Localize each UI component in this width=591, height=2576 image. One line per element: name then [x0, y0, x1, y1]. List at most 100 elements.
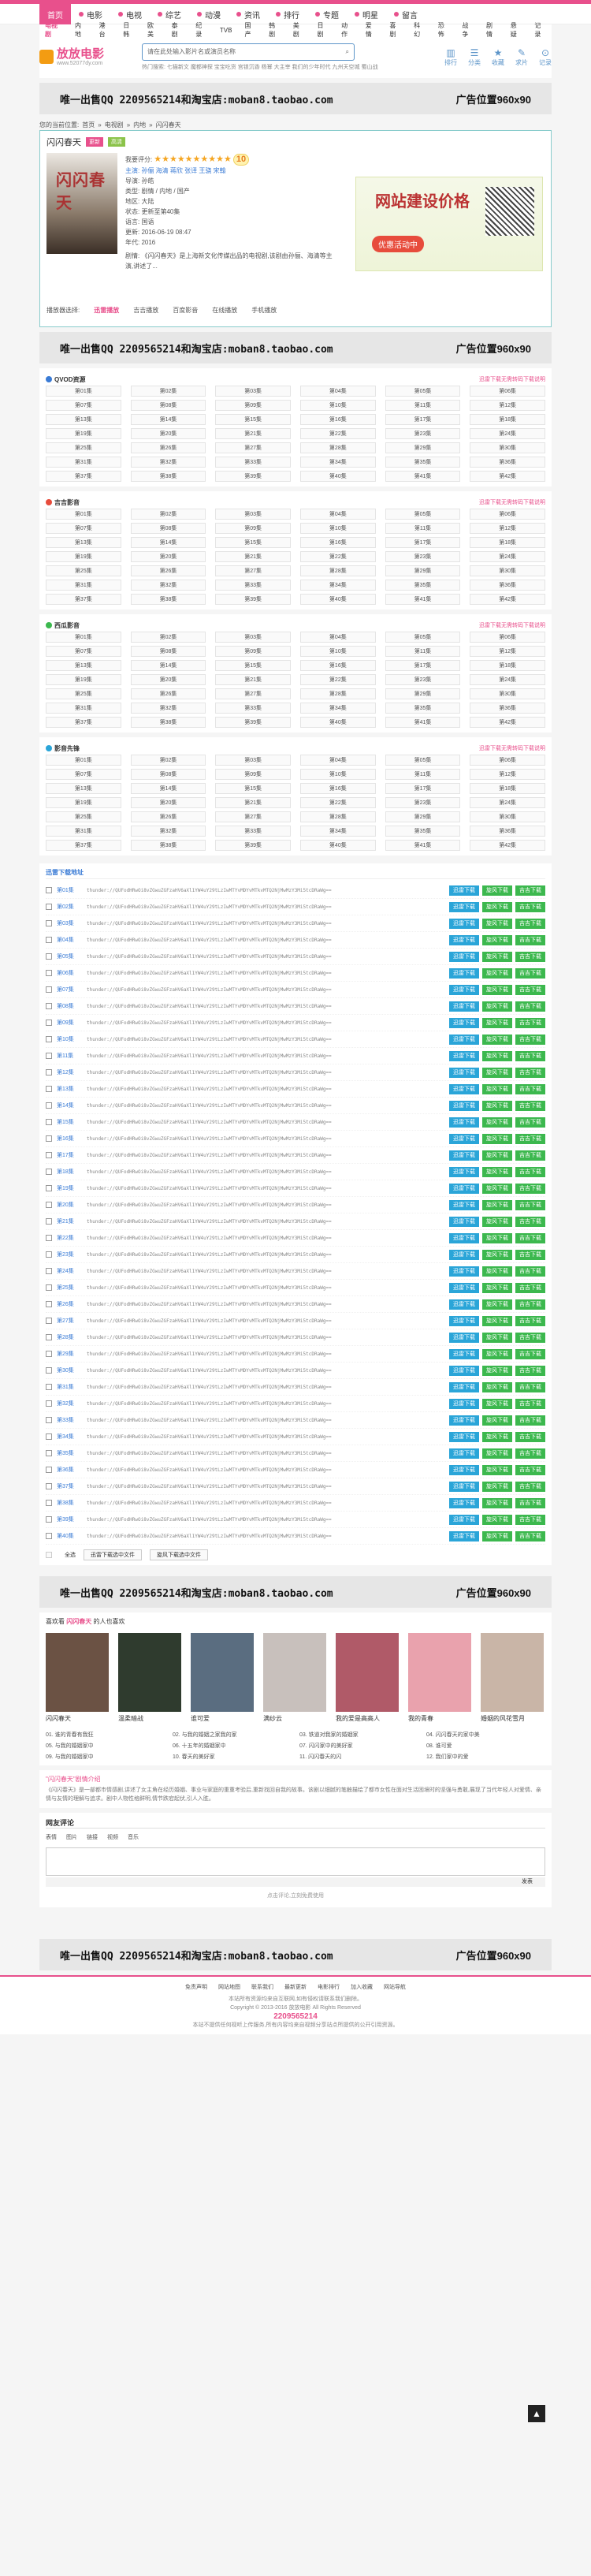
episode-button[interactable]: 第30集 [470, 811, 545, 822]
episode-button[interactable]: 第23集 [385, 674, 461, 685]
download-episode-name[interactable]: 第12集 [57, 1068, 87, 1076]
thunder-download-button[interactable]: 迅雷下载 [449, 1166, 479, 1177]
episode-button[interactable]: 第23集 [385, 428, 461, 439]
episode-button[interactable]: 第26集 [130, 565, 206, 576]
jiji-download-button[interactable]: 吉吉下载 [515, 885, 545, 896]
download-episode-name[interactable]: 第03集 [57, 919, 87, 927]
episode-button[interactable]: 第10集 [299, 769, 376, 780]
download-link[interactable]: thunder://QUFodHRwOi8vZGwuZGFzaHV6aXl1YW… [87, 1285, 446, 1291]
episode-button[interactable]: 第07集 [46, 646, 121, 657]
download-episode-name[interactable]: 第29集 [57, 1350, 87, 1358]
episode-button[interactable]: 第21集 [215, 428, 291, 439]
comment-input[interactable] [46, 1847, 545, 1876]
episode-button[interactable]: 第40集 [299, 717, 376, 728]
header-icon-button[interactable]: ▥ 排行 [444, 47, 457, 67]
episode-button[interactable]: 第30集 [470, 688, 545, 699]
player-option[interactable]: 百度影音 [173, 306, 198, 315]
subnav-item[interactable]: 剧情 [481, 21, 504, 39]
episode-button[interactable]: 第28集 [299, 565, 376, 576]
download-link[interactable]: thunder://QUFodHRwOi8vZGwuZGFzaHV6aXl1YW… [87, 1451, 446, 1456]
episode-button[interactable]: 第35集 [385, 703, 461, 714]
episode-button[interactable]: 第04集 [299, 755, 376, 766]
download-link[interactable]: thunder://QUFodHRwOi8vZGwuZGFzaHV6aXl1YW… [87, 888, 446, 893]
whirlwind-download-button[interactable]: 旋风下载 [482, 1017, 512, 1028]
episode-button[interactable]: 第29集 [385, 442, 461, 453]
player-option[interactable]: 吉吉播放 [133, 306, 158, 315]
download-link[interactable]: thunder://QUFodHRwOi8vZGwuZGFzaHV6aXl1YW… [87, 1103, 446, 1109]
comment-tool-button[interactable]: 图片 [66, 1833, 77, 1841]
episode-button[interactable]: 第22集 [299, 797, 376, 808]
whirlwind-download-button[interactable]: 旋风下载 [482, 984, 512, 995]
episode-button[interactable]: 第34集 [299, 826, 376, 837]
subnav-item[interactable]: 日剧 [311, 21, 334, 39]
jiji-download-button[interactable]: 吉吉下载 [515, 901, 545, 912]
download-link[interactable]: thunder://QUFodHRwOi8vZGwuZGFzaHV6aXl1YW… [87, 1153, 446, 1158]
episode-button[interactable]: 第39集 [215, 471, 291, 482]
download-checkbox[interactable] [46, 1036, 52, 1042]
download-checkbox[interactable] [46, 1218, 52, 1225]
jiji-download-button[interactable]: 吉吉下载 [515, 967, 545, 979]
download-episode-name[interactable]: 第28集 [57, 1333, 87, 1341]
thunder-download-button[interactable]: 迅雷下载 [449, 951, 479, 962]
whirlwind-download-button[interactable]: 旋风下载 [482, 1083, 512, 1094]
download-checkbox[interactable] [46, 1020, 52, 1026]
episode-button[interactable]: 第28集 [299, 688, 376, 699]
subnav-item[interactable]: 泰剧 [166, 21, 189, 39]
download-checkbox[interactable] [46, 1235, 52, 1241]
episode-button[interactable]: 第14集 [130, 660, 206, 671]
download-checkbox[interactable] [46, 1185, 52, 1191]
whirlwind-download-button[interactable]: 旋风下载 [482, 1415, 512, 1426]
related-link[interactable]: 05. 与我的婚姻家中 [46, 1742, 165, 1750]
download-checkbox[interactable] [46, 1053, 52, 1059]
subnav-item[interactable]: 动作 [336, 21, 359, 39]
download-link[interactable]: thunder://QUFodHRwOi8vZGwuZGFzaHV6aXl1YW… [87, 1302, 446, 1307]
download-checkbox[interactable] [46, 1003, 52, 1009]
thunder-download-button[interactable]: 迅雷下载 [449, 1415, 479, 1426]
episode-button[interactable]: 第02集 [130, 632, 206, 643]
promo-ad[interactable]: 网站建设价格 优惠活动中 [355, 177, 543, 271]
jiji-download-button[interactable]: 吉吉下载 [515, 1117, 545, 1128]
episode-button[interactable]: 第06集 [470, 386, 545, 397]
episode-button[interactable]: 第11集 [385, 646, 461, 657]
episode-button[interactable]: 第14集 [130, 783, 206, 794]
episode-button[interactable]: 第24集 [470, 551, 545, 562]
episode-button[interactable]: 第26集 [130, 688, 206, 699]
jiji-download-button[interactable]: 吉吉下载 [515, 1150, 545, 1161]
thunder-download-button[interactable]: 迅雷下载 [449, 1464, 479, 1475]
episode-button[interactable]: 第27集 [215, 811, 291, 822]
download-link[interactable]: thunder://QUFodHRwOi8vZGwuZGFzaHV6aXl1YW… [87, 1037, 446, 1042]
download-checkbox[interactable] [46, 1086, 52, 1092]
download-checkbox[interactable] [46, 920, 52, 926]
download-link[interactable]: thunder://QUFodHRwOi8vZGwuZGFzaHV6aXl1YW… [87, 1053, 446, 1059]
subnav-item[interactable]: 电视剧 [39, 21, 68, 39]
related-link[interactable]: 12. 我们家中的爱 [426, 1753, 545, 1761]
download-episode-name[interactable]: 第17集 [57, 1151, 87, 1159]
episode-button[interactable]: 第21集 [215, 797, 291, 808]
thunder-download-button[interactable]: 迅雷下载 [449, 1448, 479, 1459]
episode-button[interactable]: 第09集 [215, 400, 291, 411]
download-checkbox[interactable] [46, 937, 52, 943]
download-episode-name[interactable]: 第30集 [57, 1366, 87, 1374]
episode-button[interactable]: 第07集 [46, 523, 121, 534]
player-option[interactable]: 在线播放 [212, 306, 237, 315]
download-link[interactable]: thunder://QUFodHRwOi8vZGwuZGFzaHV6aXl1YW… [87, 1418, 446, 1423]
whirlwind-download-button[interactable]: 旋风下载 [482, 1150, 512, 1161]
episode-button[interactable]: 第05集 [385, 509, 461, 520]
episode-button[interactable]: 第24集 [470, 428, 545, 439]
thunder-download-button[interactable]: 迅雷下载 [449, 1530, 479, 1541]
episode-button[interactable]: 第32集 [130, 826, 206, 837]
thunder-download-button[interactable]: 迅雷下载 [449, 1034, 479, 1045]
thunder-download-button[interactable]: 迅雷下载 [449, 1514, 479, 1525]
movie-poster[interactable]: 闪闪春天 [46, 153, 117, 254]
download-link[interactable]: thunder://QUFodHRwOi8vZGwuZGFzaHV6aXl1YW… [87, 1467, 446, 1473]
episode-button[interactable]: 第09集 [215, 523, 291, 534]
whirlwind-download-button[interactable]: 旋风下载 [482, 1100, 512, 1111]
jiji-download-button[interactable]: 吉吉下载 [515, 1448, 545, 1459]
download-episode-name[interactable]: 第24集 [57, 1267, 87, 1275]
download-episode-name[interactable]: 第09集 [57, 1019, 87, 1027]
episode-button[interactable]: 第32集 [130, 703, 206, 714]
download-link[interactable]: thunder://QUFodHRwOi8vZGwuZGFzaHV6aXl1YW… [87, 1236, 446, 1241]
episode-button[interactable]: 第29集 [385, 688, 461, 699]
related-link[interactable]: 09. 与我的婚姻家中 [46, 1753, 165, 1761]
related-link[interactable]: 11. 闪闪春天的闪 [299, 1753, 418, 1761]
